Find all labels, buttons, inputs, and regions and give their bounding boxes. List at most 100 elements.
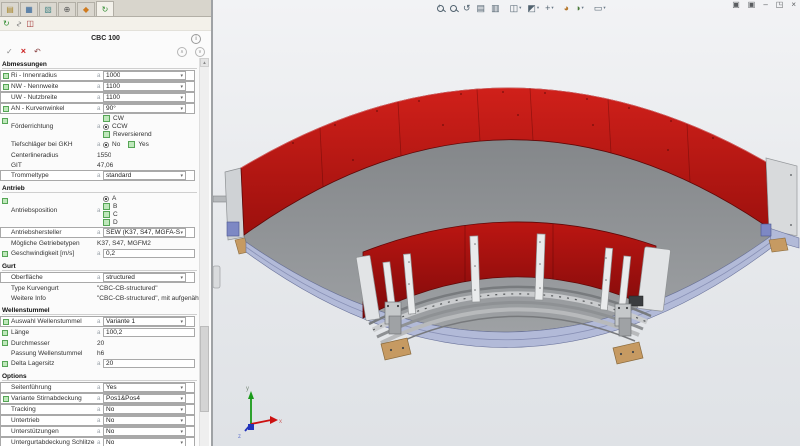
propertymanager-tab-1[interactable]: ▦	[20, 2, 38, 16]
field-label: Antriebsposition	[11, 207, 97, 214]
collapse-up-button[interactable]: ∧	[177, 47, 187, 57]
radio-selected-icon[interactable]	[103, 124, 109, 130]
zoom-area-icon[interactable]	[450, 5, 457, 12]
option-available-icon[interactable]	[103, 211, 110, 218]
option-cw[interactable]: CW	[103, 115, 152, 122]
scene-icon[interactable]: ◑▾	[575, 4, 584, 13]
chevron-down-icon: ▾	[582, 6, 584, 11]
propertymanager-tab-0[interactable]: ▤	[1, 2, 19, 16]
view-settings-icon[interactable]: ▭▾	[594, 4, 606, 13]
uw-nutzbreite-dropdown[interactable]: 1100▾	[103, 93, 186, 102]
field-label: Variante Stirnabdeckung	[11, 395, 97, 402]
propertymanager-tab-2[interactable]: ▧	[39, 2, 57, 16]
radio-selected-icon[interactable]	[103, 196, 109, 202]
parameter-form: AbmessungenRi - Innenradiusa1000▾NW - Ne…	[0, 57, 201, 446]
form-row-variante-stirnabdeckung: Variante StirnabdeckungaPos1&Pos4▾	[0, 393, 195, 404]
unterst-tzungen-dropdown[interactable]: No▾	[103, 427, 186, 436]
tracking-dropdown[interactable]: No▾	[103, 405, 186, 414]
scroll-thumb[interactable]	[200, 326, 209, 412]
minimize-button[interactable]: –	[763, 1, 767, 9]
form-row-an-kurvenwinkel: AN - Kurvenwinkela90°▾	[0, 103, 195, 114]
option-available-icon[interactable]	[103, 115, 110, 122]
option-no[interactable]: No	[103, 141, 120, 148]
ri-innenradius-dropdown[interactable]: 1000▾	[103, 71, 186, 80]
viewport-canvas[interactable]: y x z ↺▤▥◫▾◩▾+▾◕◑▾▭▾ ▣▣–◳×	[213, 0, 800, 446]
rebuild-icon[interactable]: ↻	[3, 20, 10, 28]
delta-lagersitz-input[interactable]: 20	[103, 359, 195, 368]
propertymanager-tab-3[interactable]: ⊕	[58, 2, 76, 16]
dropdown-value: 1100	[106, 94, 120, 101]
zoom-fit-icon[interactable]	[437, 5, 444, 12]
antriebshersteller-dropdown[interactable]: SEW (K37, S47, MGFA-S2)▾	[103, 228, 186, 237]
chevron-down-icon: ▾	[537, 6, 539, 11]
form-row-centerlineradius: Centerlineradius1550	[0, 150, 201, 160]
option-available-icon[interactable]	[103, 131, 110, 138]
option-label: Yes	[138, 141, 149, 148]
option-yes[interactable]: Yes	[128, 141, 149, 148]
scroll-up-icon[interactable]: ▲	[200, 58, 209, 67]
geschwindigkeit-m-s-input[interactable]: 0,2	[103, 249, 195, 258]
collapse-down-button[interactable]: ∨	[195, 47, 205, 57]
option-label: C	[113, 211, 118, 218]
appearances-icon[interactable]: ◕	[564, 4, 569, 13]
section-view-icon[interactable]: ▤	[477, 4, 486, 13]
linked-parameter-icon	[3, 396, 9, 402]
pane-left-icon[interactable]: ▣	[732, 1, 740, 9]
display-style-icon[interactable]: ◩▾	[527, 4, 539, 13]
pane-right-icon[interactable]: ▣	[748, 1, 756, 9]
propertymanager-tab-configurator-icon: ↻	[102, 5, 109, 14]
l-nge-input[interactable]: 100,2	[103, 328, 195, 337]
option-available-icon[interactable]	[103, 203, 110, 210]
hide-show-items-icon[interactable]: +▾	[545, 4, 554, 13]
radio-selected-icon[interactable]	[103, 142, 109, 148]
option-b[interactable]: B	[103, 203, 118, 210]
orientation-triad: y x z	[238, 386, 282, 440]
seitenf-hrung-dropdown[interactable]: Yes▾	[103, 383, 186, 392]
option-c[interactable]: C	[103, 211, 118, 218]
propertymanager-tab-4[interactable]: ◆	[77, 2, 95, 16]
previous-view-icon[interactable]: ↺	[463, 4, 471, 13]
field-label: GIT	[11, 162, 97, 169]
chevron-down-icon: ▾	[180, 84, 183, 90]
view-orientation-icon[interactable]: ◫▾	[510, 4, 522, 13]
dropdown-value: standard	[106, 172, 131, 179]
auswahl-wellenstummel-dropdown[interactable]: Variante 1▾	[103, 317, 186, 326]
nw-nennweite-dropdown[interactable]: 1100▾	[103, 82, 186, 91]
pages-icon[interactable]: ▥	[491, 4, 500, 13]
git-value: 47,06	[97, 162, 113, 169]
trommeltype-dropdown[interactable]: standard ▾	[103, 171, 186, 180]
linked-parameter-icon	[2, 118, 8, 124]
restore-button[interactable]: ◳	[776, 1, 784, 9]
spring-icon[interactable]: ∿	[14, 20, 22, 27]
scrollbar[interactable]: ▲	[199, 58, 209, 446]
option-available-icon[interactable]	[128, 141, 135, 148]
option-a[interactable]: A	[103, 195, 118, 202]
option-label: CCW	[112, 123, 128, 130]
chevron-down-icon: ▾	[180, 173, 183, 179]
option-d[interactable]: D	[103, 219, 118, 226]
hide-show-items-icon: +	[545, 4, 550, 13]
untergurtabdeckung-schlitze-dropdown[interactable]: No▾	[103, 438, 186, 446]
panel-flyout-handle[interactable]	[213, 266, 220, 288]
cancel-button[interactable]: ×	[21, 47, 26, 56]
ok-button[interactable]: ✓	[6, 47, 13, 56]
form-row-untergurtabdeckung-schlitze: Untergurtabdeckung SchlitzeaNo▾	[0, 437, 195, 446]
option-ccw[interactable]: CCW	[103, 123, 152, 130]
option-label: CW	[113, 115, 124, 122]
option-reversierend[interactable]: Reversierend	[103, 131, 152, 138]
oberfl-che-dropdown[interactable]: structured▾	[103, 273, 186, 282]
field-label: Geschwindigkeit [m/s]	[11, 250, 97, 257]
option-available-icon[interactable]	[103, 219, 110, 226]
close-button[interactable]: ×	[791, 1, 796, 9]
undo-button[interactable]: ↶	[34, 47, 41, 56]
an-kurvenwinkel-dropdown[interactable]: 90°▾	[103, 104, 186, 113]
untertrieb-dropdown[interactable]: No▾	[103, 416, 186, 425]
view-settings-icon: ▭	[594, 4, 603, 13]
variante-stirnabdeckung-dropdown[interactable]: Pos1&Pos4▾	[103, 394, 186, 403]
component-icon[interactable]: ◫	[26, 20, 34, 28]
info-icon[interactable]: i	[191, 34, 201, 44]
propertymanager-tab-5[interactable]: ↻	[96, 1, 114, 16]
input-value: 0,2	[106, 250, 115, 257]
input-value: 20	[106, 360, 113, 367]
form-row-unterst-tzungen: UnterstützungenaNo▾	[0, 426, 195, 437]
